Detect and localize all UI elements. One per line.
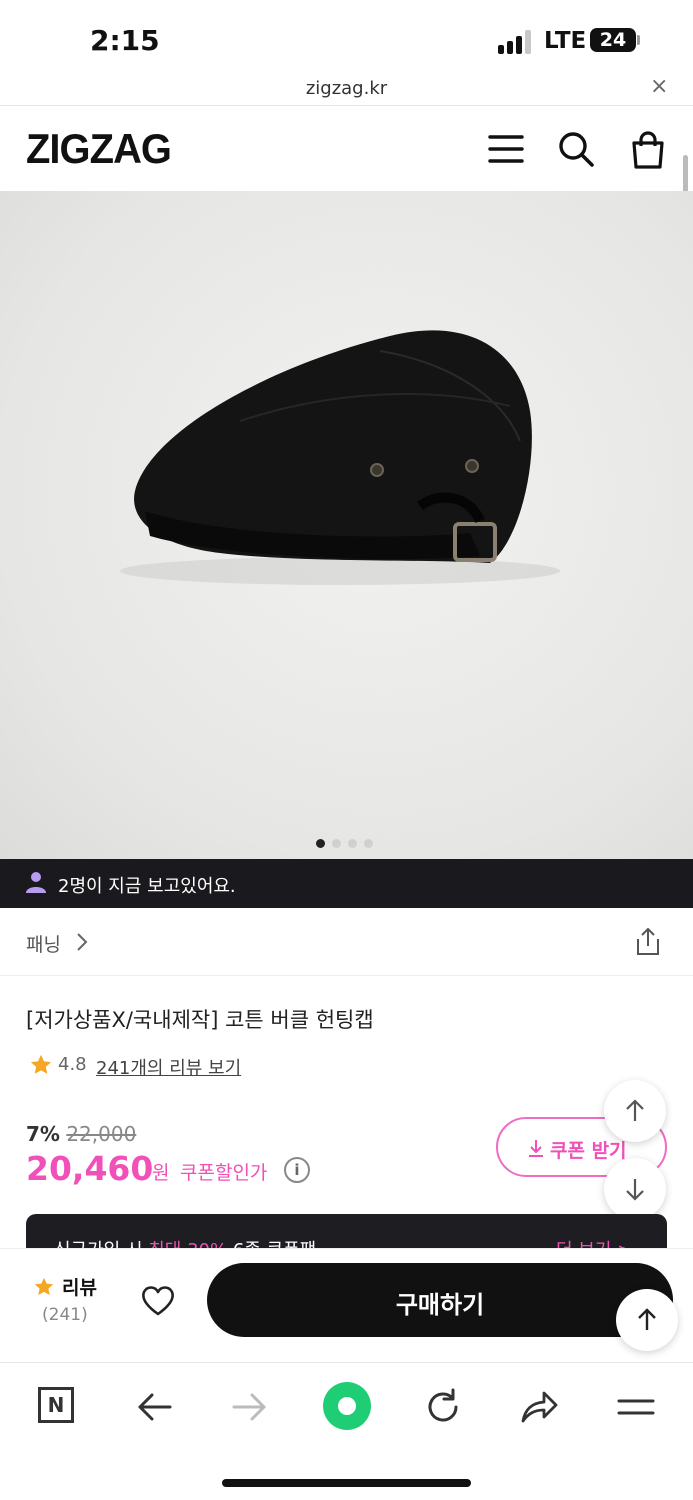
promo-more-link[interactable]: 더 보기 >: [556, 1236, 632, 1248]
coupon-price-label: 쿠폰할인가: [180, 1162, 268, 1184]
review-count: (241): [42, 1305, 88, 1325]
purchase-bar: 리뷰 (241) 구매하기: [0, 1248, 693, 1362]
share-icon[interactable]: [634, 926, 662, 956]
discount-rate: 7%: [26, 1122, 60, 1146]
site-header: ZIGZAG: [0, 107, 693, 191]
live-viewers-bar: 2명이 지금 보고있어요.: [0, 859, 693, 908]
gallery-pagination[interactable]: [316, 833, 380, 848]
arrow-down-icon: [626, 1179, 644, 1201]
price-unit: 원: [152, 1162, 170, 1184]
back-to-top-button[interactable]: [616, 1289, 678, 1351]
gallery-dot-2[interactable]: [332, 839, 341, 848]
gallery-dot-1[interactable]: [316, 839, 325, 848]
gallery-dot-3[interactable]: [348, 839, 357, 848]
url-bar[interactable]: zigzag.kr ×: [0, 72, 693, 106]
promo-banner[interactable]: 신규가입 시 최대 30% 6종 쿠폰팩 더 보기 >: [26, 1214, 667, 1248]
rating-score: 4.8: [58, 1054, 87, 1075]
share-forward-icon[interactable]: [520, 1387, 560, 1427]
url-text: zigzag.kr: [305, 78, 388, 99]
home-indicator[interactable]: [222, 1479, 471, 1487]
gallery-dot-4[interactable]: [364, 839, 373, 848]
arrow-up-icon: [626, 1099, 644, 1121]
hamburger-menu-icon[interactable]: [616, 1387, 656, 1427]
person-icon: [26, 872, 46, 893]
menu-icon[interactable]: [486, 129, 526, 169]
star-icon: [30, 1054, 52, 1074]
zigzag-logo[interactable]: ZIGZAG: [26, 125, 172, 173]
review-tab-label[interactable]: 리뷰: [62, 1273, 97, 1300]
product-title: [저가상품X/국내제작] 코튼 버클 헌팅캡: [26, 1008, 374, 1032]
buy-button-label: 구매하기: [395, 1291, 485, 1319]
battery-icon: 24: [590, 28, 636, 52]
shop-name[interactable]: 패닝: [26, 930, 61, 957]
info-icon[interactable]: i: [284, 1157, 310, 1183]
scroll-up-button[interactable]: [604, 1080, 666, 1142]
product-image[interactable]: [0, 191, 693, 859]
green-dot-icon[interactable]: [323, 1382, 371, 1430]
signal-icon: [498, 30, 536, 54]
star-icon: [34, 1277, 54, 1295]
status-bar: 2:15 LTE 24: [0, 0, 693, 80]
browser-toolbar: N: [0, 1362, 693, 1500]
promo-text: 신규가입 시 최대 30% 6종 쿠폰팩: [54, 1236, 316, 1248]
coupon-button-label: 쿠폰 받기: [550, 1140, 627, 1162]
sale-price: 20,460: [26, 1149, 154, 1188]
scroll-down-button[interactable]: [604, 1158, 666, 1220]
close-icon[interactable]: ×: [650, 74, 668, 99]
original-price: 22,000: [66, 1122, 137, 1146]
search-icon[interactable]: [556, 129, 596, 169]
status-time: 2:15: [90, 24, 160, 57]
heart-icon[interactable]: [140, 1285, 176, 1317]
download-icon: [529, 1140, 543, 1157]
arrow-up-icon: [638, 1308, 656, 1330]
viewers-text: 2명이 지금 보고있어요.: [58, 876, 236, 897]
back-icon[interactable]: [134, 1387, 174, 1427]
cart-icon[interactable]: [628, 129, 668, 169]
refresh-icon[interactable]: [423, 1387, 463, 1427]
forward-icon[interactable]: [230, 1387, 270, 1427]
network-label: LTE: [544, 28, 587, 54]
chevron-right-icon: [77, 933, 88, 951]
buy-button[interactable]: 구매하기: [207, 1263, 673, 1337]
naver-home-icon[interactable]: N: [38, 1387, 74, 1423]
shop-breadcrumb[interactable]: 패닝: [0, 908, 693, 976]
reviews-link[interactable]: 241개의 리뷰 보기: [96, 1054, 241, 1080]
discount-row: 7% 22,000: [26, 1122, 136, 1146]
hat-illustration: [120, 330, 560, 585]
